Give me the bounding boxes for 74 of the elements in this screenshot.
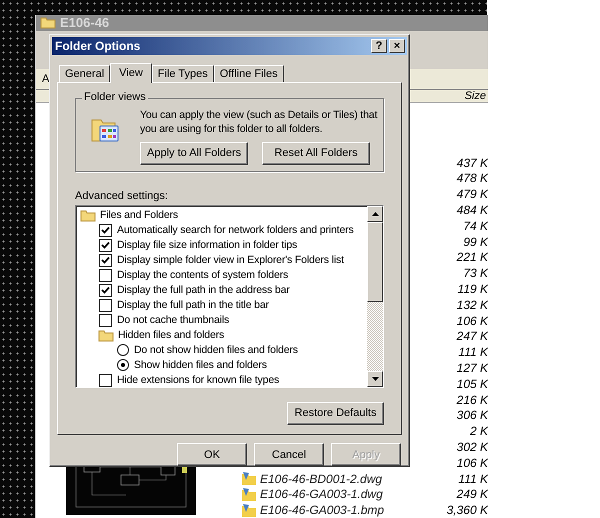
scroll-up-icon[interactable] [372, 212, 378, 216]
file-size: 216 K [456, 392, 488, 407]
setting-label: Display file size information in folder tips [117, 239, 298, 252]
setting-group-label: Hidden files and folders [118, 329, 224, 342]
window-title: E106-46 [60, 15, 110, 30]
file-size: 132 K [456, 298, 488, 312]
setting-label: Show hidden files and folders [134, 359, 267, 372]
file-name[interactable]: E106-46-GA003-1.bmp [260, 503, 384, 518]
file-size: 478 K [456, 171, 488, 186]
file-size: 247 K [456, 329, 488, 344]
checkbox[interactable] [99, 224, 112, 237]
tab[interactable]: View [110, 62, 152, 83]
tab[interactable]: File Types [152, 64, 214, 82]
file-size: 127 K [456, 360, 488, 375]
file-icon [241, 471, 257, 486]
setting-label: Display the contents of system folders [117, 269, 288, 282]
file-name[interactable]: E106-46-GA003-1.dwg [260, 487, 383, 502]
folder-view-button[interactable]: Apply to All Folders [140, 142, 248, 165]
group-label: Folder views [82, 90, 148, 103]
setting-label: Display the full path in the title bar [117, 299, 269, 312]
checkbox[interactable] [99, 268, 112, 282]
close-button[interactable]: × [389, 38, 405, 53]
dialog-button[interactable]: Cancel [254, 443, 324, 466]
checkbox[interactable] [99, 284, 112, 297]
setting-label: Do not show hidden files and folders [134, 344, 298, 356]
file-size: 119 K [456, 282, 488, 296]
file-icon [241, 502, 257, 518]
file-size: 437 K [456, 156, 488, 170]
file-size: 73 K [462, 266, 488, 280]
address-label: A [42, 72, 50, 85]
column-header[interactable]: Size [464, 90, 488, 102]
file-size: 111 K [457, 472, 488, 486]
file-size: 74 K [462, 218, 488, 233]
folder-icon [98, 328, 114, 342]
folder-view-button[interactable]: Reset All Folders [262, 142, 370, 165]
section-label: Advanced settings: [75, 190, 169, 202]
dialog-title: Folder Options [55, 38, 142, 53]
file-size: 99 K [462, 234, 488, 249]
checkbox[interactable] [99, 254, 112, 267]
description-text: You can apply the view (such as Details or Tiles) that you are using for this folder to all folders. [140, 108, 378, 136]
checkbox[interactable] [99, 238, 112, 252]
restore-defaults-button[interactable]: Restore Defaults [287, 402, 384, 425]
checkbox[interactable] [99, 298, 112, 312]
file-size: 106 K [456, 314, 488, 328]
scroll-down-icon[interactable] [372, 376, 378, 381]
folder-icon [80, 208, 96, 222]
setting-label: Display the full path in the address bar [117, 284, 290, 296]
scrollbar[interactable] [367, 206, 383, 387]
file-size: 249 K [456, 487, 488, 502]
file-size: 221 K [456, 250, 488, 264]
file-name[interactable]: E106-46-BD001-2.dwg [260, 472, 382, 486]
file-size: 302 K [456, 440, 488, 454]
setting-label: Automatically search for network folders and printers [117, 224, 354, 236]
file-size: 105 K [456, 376, 488, 391]
file-icon [241, 486, 257, 502]
checkbox[interactable] [99, 314, 112, 327]
file-size: 2 K [468, 424, 488, 438]
tab[interactable]: General [59, 64, 110, 82]
setting-group-label: Files and Folders [100, 209, 178, 222]
file-size: 3,360 K [446, 503, 488, 518]
dialog-button[interactable]: OK [177, 443, 247, 466]
file-size: 106 K [456, 456, 488, 470]
file-size: 306 K [456, 408, 488, 422]
radio-button[interactable] [117, 344, 129, 356]
file-size: 111 K [457, 345, 488, 360]
help-button[interactable]: ? [371, 38, 387, 53]
radio-button[interactable] [117, 359, 129, 372]
setting-label: Display simple folder view in Explorer's Folders list [117, 254, 344, 266]
checkbox[interactable] [99, 374, 112, 387]
setting-label: Do not cache thumbnails [117, 314, 230, 326]
tab[interactable]: Offline Files [214, 64, 284, 82]
file-size: 484 K [456, 202, 488, 217]
setting-label: Hide extensions for known file types [117, 374, 280, 386]
file-size: 479 K [456, 187, 488, 202]
